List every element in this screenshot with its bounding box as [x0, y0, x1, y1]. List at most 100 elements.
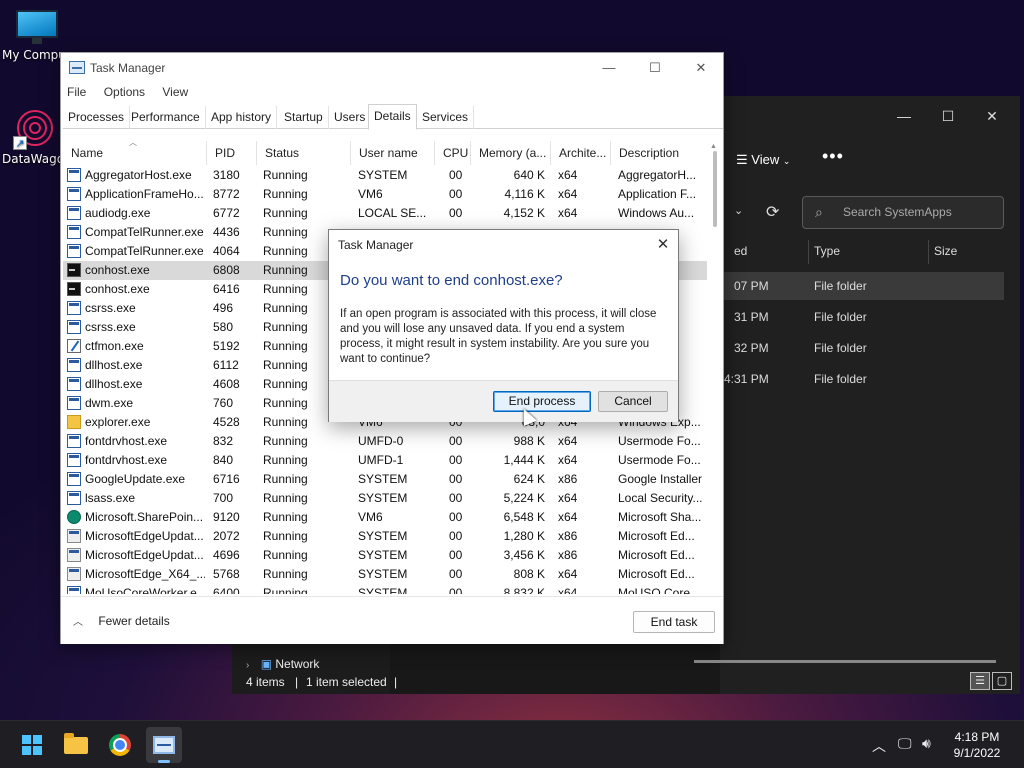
cell-pid: 4696	[213, 548, 240, 562]
list-item[interactable]: 4:31 PM File folder	[724, 365, 1004, 393]
cell-user: SYSTEM	[358, 491, 408, 505]
cell-pid: 6808	[213, 263, 240, 277]
more-options-button[interactable]: •••	[822, 146, 844, 167]
menu-view[interactable]: View	[162, 85, 188, 99]
fewer-details-button[interactable]: ︿ Fewer details	[73, 613, 170, 628]
taskbar-task-manager[interactable]	[146, 727, 182, 763]
cell-arch: x64	[558, 510, 578, 524]
tab-details[interactable]: Details	[368, 104, 417, 130]
column-header-type[interactable]: Type	[814, 244, 840, 258]
cell-mem: 1,444 K	[503, 453, 545, 467]
tab-users[interactable]: Users	[329, 106, 372, 129]
title-bar[interactable]: Task Manager — ☐ ✕	[61, 53, 723, 83]
table-row[interactable]: ApplicationFrameHo... 8772 Running VM6 00 4,1…	[63, 185, 707, 204]
tab-performance[interactable]: Performance	[126, 106, 206, 129]
cell-arch: x86	[558, 472, 578, 486]
table-row[interactable]: AggregatorHost.exe 3180 Running SYSTEM 00 640…	[63, 166, 707, 185]
tab-processes[interactable]: Processes	[63, 106, 131, 129]
cell-desc: AggregatorH...	[618, 168, 697, 182]
taskbar-chrome[interactable]	[102, 727, 138, 763]
close-button[interactable]: ✕	[972, 104, 1012, 128]
table-row[interactable]: MicrosoftEdge_X64_... 5768 Running SYSTEM 00…	[63, 565, 707, 584]
minimize-button[interactable]: —	[884, 104, 924, 128]
cell-arch: x86	[558, 548, 578, 562]
cell-name: AggregatorHost.exe	[85, 168, 192, 182]
column-header-name[interactable]: Name	[63, 141, 207, 165]
dialog-heading: Do you want to end conhost.exe?	[340, 272, 563, 289]
table-row[interactable]: Microsoft.SharePoin... 9120 Running VM6 00 6,…	[63, 508, 707, 527]
nav-item-network[interactable]: › ▣ Network	[246, 657, 319, 671]
taskbar: ︿ 🖵 🔊︎ 4:18 PM 9/1/2022	[0, 720, 1024, 768]
taskbar-file-explorer[interactable]	[58, 727, 94, 763]
column-header-memory[interactable]: Memory (a...	[471, 141, 551, 165]
horizontal-scrollbar[interactable]	[694, 660, 996, 663]
show-hidden-icons-chevron-up-icon[interactable]: ︿	[872, 736, 886, 756]
cell-desc: Application F...	[618, 187, 697, 201]
table-row[interactable]: MicrosoftEdgeUpdat... 2072 Running SYSTEM 00…	[63, 527, 707, 546]
cell-cpu: 00	[449, 472, 463, 486]
window-title: Task Manager	[90, 61, 166, 75]
table-row[interactable]: audiodg.exe 6772 Running LOCAL SE... 00 4,152…	[63, 204, 707, 223]
view-menu-button[interactable]: ☰ View ⌄	[736, 152, 790, 168]
end-process-dialog[interactable]: Task Manager ✕ Do you want to end conhos…	[328, 229, 679, 422]
cell-mem: 808 K	[513, 567, 545, 581]
large-icons-view-button[interactable]: ▢	[992, 672, 1012, 690]
tab-startup[interactable]: Startup	[279, 106, 329, 129]
network-icon[interactable]: 🖵	[898, 736, 912, 752]
column-header-description[interactable]: Description	[611, 141, 707, 165]
close-button[interactable]: ✕	[651, 234, 675, 256]
pen-icon	[67, 339, 81, 353]
minimize-button[interactable]: —	[587, 55, 631, 81]
cell-name: MicrosoftEdgeUpdat...	[85, 529, 204, 543]
dialog-title: Task Manager	[338, 238, 414, 252]
list-item[interactable]: 32 PM File folder	[724, 334, 1004, 362]
list-item[interactable]: 07 PM File folder	[724, 272, 1004, 300]
table-row[interactable]: fontdrvhost.exe 832 Running UMFD-0 00 988 K x6…	[63, 432, 707, 451]
close-button[interactable]: ✕	[679, 55, 723, 81]
tab-services[interactable]: Services	[417, 106, 475, 129]
file-explorer-window[interactable]: — ☐ ✕ ☰ View ⌄ ••• ⌄ ⟳ ⌕ Search SystemAp…	[714, 96, 1020, 694]
cell-name: csrss.exe	[85, 301, 136, 315]
scroll-up-icon[interactable]: ▲	[710, 143, 717, 150]
table-row[interactable]: MicrosoftEdgeUpdat... 4696 Running SYSTEM 00…	[63, 546, 707, 565]
menu-options[interactable]: Options	[104, 85, 145, 99]
cell-user: SYSTEM	[358, 567, 408, 581]
vertical-scrollbar-thumb[interactable]	[713, 151, 717, 227]
search-input[interactable]: ⌕ Search SystemApps	[802, 196, 1004, 229]
maximize-button[interactable]: ☐	[928, 104, 968, 128]
table-row[interactable]: GoogleUpdate.exe 6716 Running SYSTEM 00 624 K…	[63, 470, 707, 489]
cancel-button[interactable]: Cancel	[598, 391, 668, 412]
app-window-icon	[67, 320, 81, 334]
refresh-icon[interactable]: ⟳	[766, 202, 779, 222]
volume-icon[interactable]: 🔊︎	[922, 736, 931, 752]
chevron-down-icon[interactable]: ⌄	[734, 204, 743, 217]
system-clock[interactable]: 4:18 PM 9/1/2022	[940, 729, 1014, 761]
column-header-cpu[interactable]: CPU	[435, 141, 471, 165]
start-button[interactable]	[14, 727, 50, 763]
menu-file[interactable]: File	[67, 85, 86, 99]
end-task-button[interactable]: End task	[633, 611, 715, 633]
tab-app-history[interactable]: App history	[206, 106, 278, 129]
column-header-architecture[interactable]: Archite...	[551, 141, 611, 165]
column-header-status[interactable]: Status	[257, 141, 351, 165]
table-row[interactable]: lsass.exe 700 Running SYSTEM 00 5,224 K x64 Loc…	[63, 489, 707, 508]
maximize-button[interactable]: ☐	[633, 55, 677, 81]
table-row[interactable]: fontdrvhost.exe 840 Running UMFD-1 00 1,444 K…	[63, 451, 707, 470]
details-view-button[interactable]: ☰	[970, 672, 990, 690]
app-window-icon	[67, 491, 81, 505]
cell-cpu: 00	[449, 453, 463, 467]
end-process-button[interactable]: End process	[493, 391, 591, 412]
list-item[interactable]: 31 PM File folder	[724, 303, 1004, 331]
cell-cpu: 00	[449, 491, 463, 505]
column-header-date[interactable]: ed	[734, 244, 747, 258]
cell-mem: 3,456 K	[503, 548, 545, 562]
column-header-pid[interactable]: PID	[207, 141, 257, 165]
table-row[interactable]: MoUsoCoreWorker.e... 6400 Running SYSTEM 00 8…	[63, 584, 707, 594]
chevron-up-icon: ︿	[73, 617, 83, 628]
cell-status: Running	[263, 529, 308, 543]
cell-arch: x64	[558, 434, 578, 448]
column-header-size[interactable]: Size	[934, 244, 957, 258]
console-icon	[67, 282, 81, 296]
column-header-user-name[interactable]: User name	[351, 141, 435, 165]
cell-mem: 624 K	[513, 472, 545, 486]
